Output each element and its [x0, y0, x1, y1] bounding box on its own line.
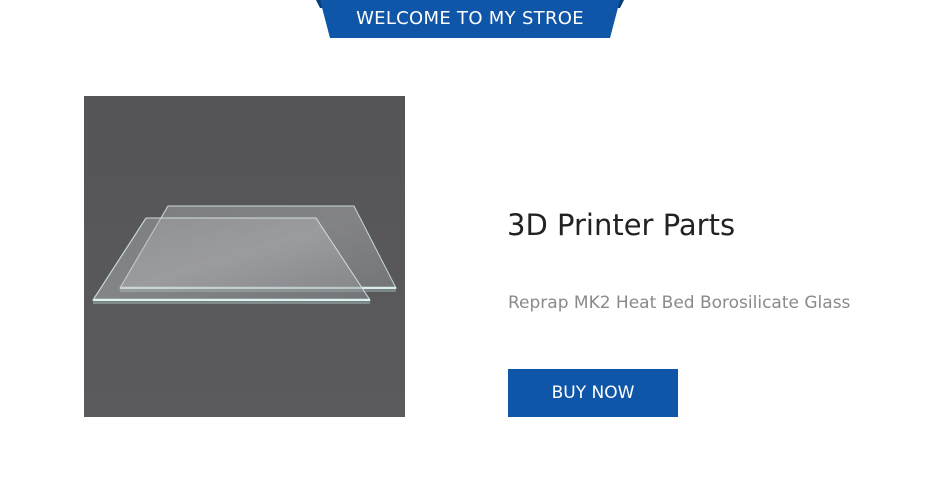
welcome-banner: WELCOME TO MY STROE	[316, 0, 624, 38]
buy-now-button[interactable]: BUY NOW	[508, 369, 678, 417]
product-subtitle: Reprap MK2 Heat Bed Borosilicate Glass	[508, 293, 851, 313]
banner-text: WELCOME TO MY STROE	[356, 8, 584, 29]
glass-plates-icon	[84, 96, 405, 417]
product-title: 3D Printer Parts	[507, 208, 736, 242]
product-image	[84, 96, 405, 417]
